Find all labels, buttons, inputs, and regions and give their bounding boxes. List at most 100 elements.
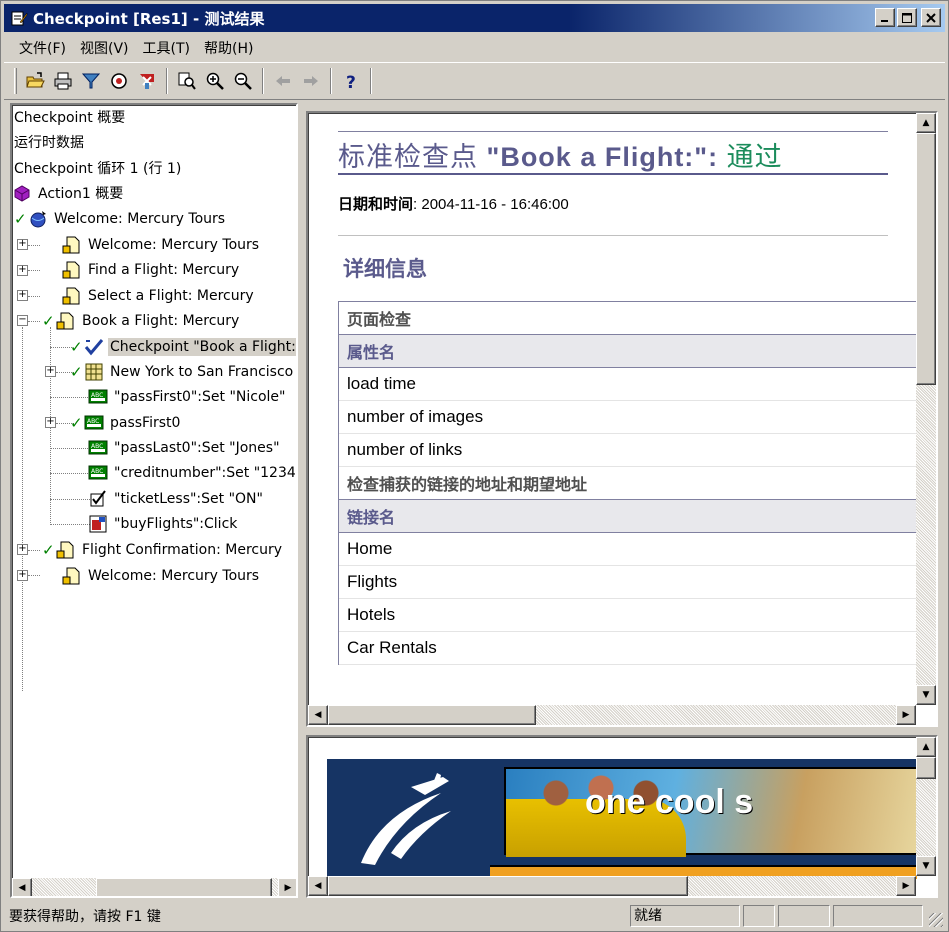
tree-node-image-step[interactable]: "buyFlights":Click xyxy=(88,513,239,535)
tree-node-label: "passFirst0":Set "Nicole" xyxy=(114,389,286,405)
zoom-out-icon xyxy=(234,72,252,90)
toolbar-separator xyxy=(370,68,372,94)
scroll-left-button[interactable]: ◀ xyxy=(12,878,32,896)
datetime-label: 日期和时间 xyxy=(338,196,414,213)
tree-node-edit-step[interactable]: ABC "passFirst0":Set "Nicole" xyxy=(88,386,287,408)
minimize-button[interactable] xyxy=(875,8,895,27)
find-button[interactable] xyxy=(106,68,132,94)
scroll-thumb[interactable] xyxy=(916,133,936,385)
tree-node-page-expanded[interactable]: ✓ Book a Flight: Mercury xyxy=(42,310,241,332)
forward-button[interactable] xyxy=(298,68,324,94)
tree-node-runtime-data[interactable]: 运行时数据 xyxy=(12,131,86,153)
tree-node-page[interactable]: Welcome: Mercury Tours xyxy=(62,565,261,587)
scroll-left-button[interactable]: ◀ xyxy=(308,876,328,896)
app-icon xyxy=(10,9,28,27)
close-button[interactable] xyxy=(921,8,941,27)
tree-horizontal-scrollbar[interactable]: ◀ ▶ xyxy=(12,878,296,896)
table-row: number of images xyxy=(339,401,916,434)
detail-vertical-scrollbar[interactable]: ▲ ▼ xyxy=(916,113,936,705)
scroll-down-button[interactable]: ▼ xyxy=(916,856,936,876)
menu-file[interactable]: 文件(F) xyxy=(12,36,73,60)
status-cell xyxy=(833,905,923,927)
expand-toggle[interactable]: + xyxy=(45,366,56,377)
tree-node-page[interactable]: Find a Flight: Mercury xyxy=(62,259,241,281)
checkbox-icon xyxy=(88,489,108,509)
tree-node-welcome-root[interactable]: ✓ Welcome: Mercury Tours xyxy=(14,208,227,230)
arrow-down-icon: ▼ xyxy=(922,861,930,871)
scroll-up-button[interactable]: ▲ xyxy=(916,113,936,133)
help-button[interactable]: ? xyxy=(338,68,364,94)
datetime-line: 日期和时间: 2004-11-16 - 16:46:00 xyxy=(338,193,569,214)
scroll-right-button[interactable]: ▶ xyxy=(896,705,916,725)
collapse-toggle[interactable]: − xyxy=(17,315,28,326)
scroll-thumb[interactable] xyxy=(916,757,936,779)
find-icon xyxy=(111,73,127,89)
menu-tools[interactable]: 工具(T) xyxy=(136,36,197,60)
datetime-value: : 2004-11-16 - 16:46:00 xyxy=(413,196,569,213)
details-heading: 详细信息 xyxy=(343,257,427,281)
expand-toggle[interactable]: + xyxy=(45,417,56,428)
filter-button[interactable] xyxy=(78,68,104,94)
zoom-in-button[interactable] xyxy=(202,68,228,94)
back-button[interactable] xyxy=(270,68,296,94)
tree-node-label: passFirst0 xyxy=(110,415,181,431)
scroll-thumb[interactable] xyxy=(328,876,688,896)
status-ready: 就绪 xyxy=(630,905,740,927)
arrow-left-icon: ◀ xyxy=(18,883,26,893)
scroll-right-button[interactable]: ▶ xyxy=(896,876,916,896)
expand-toggle[interactable]: + xyxy=(17,570,28,581)
tree-node-label: Select a Flight: Mercury xyxy=(88,288,254,304)
expand-toggle[interactable]: + xyxy=(17,290,28,301)
resize-grip-icon[interactable] xyxy=(929,913,943,927)
toolbar-grip[interactable] xyxy=(14,68,17,94)
divider xyxy=(338,131,888,132)
tree-node-edit-step[interactable]: ABC "passLast0":Set "Jones" xyxy=(88,437,282,459)
tree-node-edit-checkpoint[interactable]: ✓ ABC passFirst0 xyxy=(70,412,182,434)
tree-node-edit-step[interactable]: ABC "creditnumber":Set "12345 xyxy=(88,462,296,484)
status-help-text: 要获得帮助，请按 F1 键 xyxy=(9,909,161,925)
preview-vertical-scrollbar[interactable]: ▲ ▼ xyxy=(916,737,936,876)
expand-toggle[interactable]: + xyxy=(17,239,28,250)
filter-icon xyxy=(81,73,101,89)
zoom-button[interactable] xyxy=(174,68,200,94)
scroll-left-button[interactable]: ◀ xyxy=(308,705,328,725)
detail-horizontal-scrollbar[interactable]: ◀ ▶ xyxy=(308,705,916,725)
pass-check-icon: ✓ xyxy=(70,414,83,432)
expand-toggle[interactable]: + xyxy=(17,544,28,555)
menu-help[interactable]: 帮助(H) xyxy=(197,36,260,60)
tree-node-page[interactable]: Welcome: Mercury Tours xyxy=(62,234,261,256)
tree-node-summary[interactable]: Checkpoint 概要 xyxy=(12,106,127,128)
scroll-thumb[interactable] xyxy=(96,878,272,896)
open-button[interactable] xyxy=(22,68,48,94)
zoom-out-button[interactable] xyxy=(230,68,256,94)
scroll-thumb[interactable] xyxy=(328,705,536,725)
page-icon xyxy=(56,311,76,331)
page-icon xyxy=(56,540,76,560)
banner-text: one cool s xyxy=(585,783,754,821)
tree-node-page[interactable]: ✓ Flight Confirmation: Mercury xyxy=(42,539,284,561)
tree-node-checkpoint[interactable]: ✓ Checkpoint "Book a Flight: xyxy=(70,336,296,358)
table-header-row: 链接名 xyxy=(339,500,916,533)
window-title: Checkpoint [Res1] - 测试结果 xyxy=(33,9,265,28)
table-section-row: 检查捕获的链接的地址和期望地址 xyxy=(339,467,916,500)
tree-node-iteration[interactable]: Checkpoint 循环 1 (行 1) xyxy=(12,157,183,179)
expand-toggle[interactable]: + xyxy=(17,265,28,276)
scroll-up-button[interactable]: ▲ xyxy=(916,737,936,757)
scroll-right-button[interactable]: ▶ xyxy=(278,878,296,896)
print-button[interactable] xyxy=(50,68,76,94)
tree-node-action[interactable]: Action1 概要 xyxy=(12,182,125,204)
detail-content: 标准检查点 "Book a Flight:": 通过 日期和时间: 2004-1… xyxy=(308,113,916,705)
title-bar[interactable]: Checkpoint [Res1] - 测试结果 xyxy=(4,4,945,32)
tree-node-page[interactable]: Select a Flight: Mercury xyxy=(62,285,256,307)
next-error-button[interactable] xyxy=(134,68,160,94)
status-cell xyxy=(778,905,830,927)
menu-view[interactable]: 视图(V) xyxy=(73,36,136,60)
toolbar: ? xyxy=(4,62,945,100)
tree-node-checkbox-step[interactable]: "ticketLess":Set "ON" xyxy=(88,488,265,510)
maximize-button[interactable] xyxy=(897,8,917,27)
scroll-down-button[interactable]: ▼ xyxy=(916,685,936,705)
tree-node-label: "buyFlights":Click xyxy=(114,516,238,532)
preview-horizontal-scrollbar[interactable]: ◀ ▶ xyxy=(308,876,916,896)
tree-node-label: Checkpoint "Book a Flight: xyxy=(108,338,296,356)
tree-node-table[interactable]: ✓ New York to San Francisco xyxy=(70,361,295,383)
